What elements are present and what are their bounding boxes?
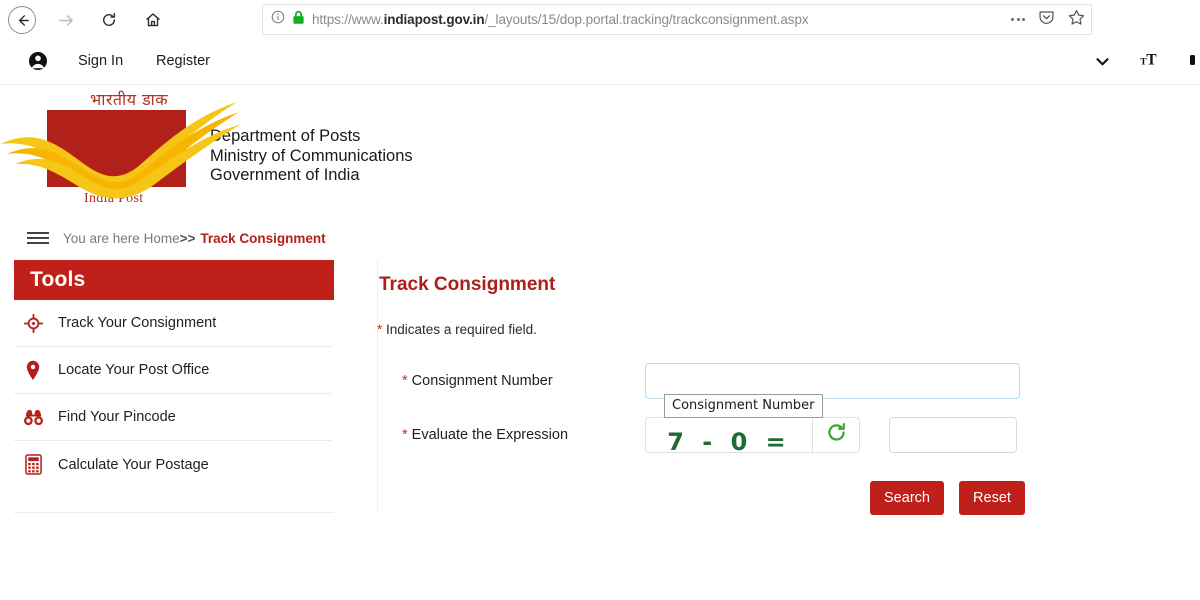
- star-bookmark-icon[interactable]: [1068, 9, 1085, 31]
- site-info-icon[interactable]: [271, 10, 285, 29]
- calculator-icon: [22, 454, 44, 475]
- back-button[interactable]: [8, 6, 36, 34]
- tools-header: Tools: [14, 260, 334, 300]
- address-bar[interactable]: https://www.indiapost.gov.in/_layouts/15…: [262, 4, 1092, 35]
- reload-icon: [101, 12, 117, 28]
- captcha-expression-text: 7 - 0 =: [667, 428, 791, 453]
- partial-icon[interactable]: [1190, 51, 1198, 74]
- evaluate-expression-row: *Evaluate the Expression 7 - 0 =: [377, 413, 1197, 457]
- consignment-number-label: *Consignment Number: [377, 373, 645, 389]
- sidebar-item-label: Track Your Consignment: [58, 315, 216, 331]
- captcha-answer-input[interactable]: [889, 417, 1017, 453]
- tools-sidebar: Tools Track Your Consignment Locate Your…: [14, 260, 334, 488]
- india-post-logo-block: भारतीय डाक India Post Department of Post…: [0, 85, 560, 220]
- required-star: *: [402, 373, 408, 389]
- account-icon[interactable]: [28, 51, 48, 76]
- secure-lock-icon[interactable]: [292, 10, 305, 30]
- track-consignment-form: *Consignment Number *Evaluate the Expres…: [377, 359, 1197, 515]
- navigation-buttons: [0, 5, 168, 35]
- reload-button[interactable]: [94, 5, 124, 35]
- sidebar-item-calculate-postage[interactable]: Calculate Your Postage: [14, 441, 332, 488]
- site-top-bar: Sign In Register T T: [0, 40, 1200, 85]
- required-star: *: [377, 322, 382, 337]
- target-crosshair-icon: [22, 314, 44, 333]
- home-button[interactable]: [138, 5, 168, 35]
- chevron-down-icon[interactable]: [1095, 55, 1110, 70]
- breadcrumb-separator: >>: [180, 231, 196, 246]
- captcha-refresh-button[interactable]: [813, 417, 860, 453]
- form-buttons: Search Reset: [377, 481, 1197, 515]
- sidebar-bottom-divider: [14, 512, 334, 513]
- logo-hindi-text: भारतीय डाक: [90, 88, 168, 110]
- breadcrumb-prefix: You are here Home>>: [63, 231, 195, 246]
- back-arrow-icon: [15, 13, 30, 28]
- ellipsis-icon[interactable]: [1011, 18, 1025, 21]
- register-link[interactable]: Register: [156, 53, 210, 69]
- page-title: Track Consignment: [377, 260, 1197, 296]
- required-field-note: * Indicates a required field.: [377, 296, 1197, 337]
- sidebar-item-track-consignment[interactable]: Track Your Consignment: [14, 300, 332, 347]
- refresh-captcha-icon: [826, 422, 847, 448]
- evaluate-expression-label: *Evaluate the Expression: [377, 427, 645, 443]
- required-note-text: Indicates a required field.: [386, 322, 537, 337]
- india-post-logo[interactable]: भारतीय डाक India Post: [44, 88, 194, 203]
- tools-list: Track Your Consignment Locate Your Post …: [14, 300, 334, 488]
- main-content: Track Consignment * Indicates a required…: [377, 260, 1197, 515]
- sidebar-item-find-pincode[interactable]: Find Your Pincode: [14, 394, 332, 441]
- hamburger-menu-icon[interactable]: [27, 232, 49, 245]
- sign-in-link[interactable]: Sign In: [78, 53, 123, 69]
- pocket-icon[interactable]: [1038, 9, 1055, 31]
- binoculars-icon: [22, 408, 44, 427]
- url-text: https://www.indiapost.gov.in/_layouts/15…: [312, 12, 809, 27]
- text-size-icon[interactable]: T T: [1140, 51, 1160, 74]
- tools-header-title: Tools: [30, 268, 85, 292]
- sidebar-item-label: Calculate Your Postage: [58, 457, 209, 473]
- captcha-group: 7 - 0 =: [645, 417, 1017, 453]
- search-button[interactable]: Search: [870, 481, 944, 515]
- svg-text:T: T: [1146, 52, 1156, 69]
- map-pin-icon: [22, 360, 44, 381]
- breadcrumb-current: Track Consignment: [200, 231, 325, 246]
- forward-button[interactable]: [50, 5, 80, 35]
- sidebar-item-locate-post-office[interactable]: Locate Your Post Office: [14, 347, 332, 394]
- sidebar-item-label: Locate Your Post Office: [58, 362, 209, 378]
- label-text: Evaluate the Expression: [412, 427, 568, 443]
- browser-toolbar: https://www.indiapost.gov.in/_layouts/15…: [0, 0, 1200, 40]
- logo-swoosh-icon: [0, 96, 244, 206]
- sidebar-item-label: Find Your Pincode: [58, 409, 176, 425]
- address-bar-actions: [1011, 9, 1085, 31]
- breadcrumb: You are here Home>> Track Consignment: [0, 222, 1200, 254]
- forward-arrow-icon: [58, 13, 73, 28]
- label-text: Consignment Number: [412, 373, 553, 389]
- reset-button[interactable]: Reset: [959, 481, 1025, 515]
- captcha-expression-box: 7 - 0 =: [645, 417, 813, 453]
- consignment-number-tooltip: Consignment Number: [664, 394, 823, 418]
- home-icon: [145, 12, 161, 28]
- top-bar-right-actions: T T: [1095, 40, 1200, 85]
- required-star: *: [402, 427, 408, 443]
